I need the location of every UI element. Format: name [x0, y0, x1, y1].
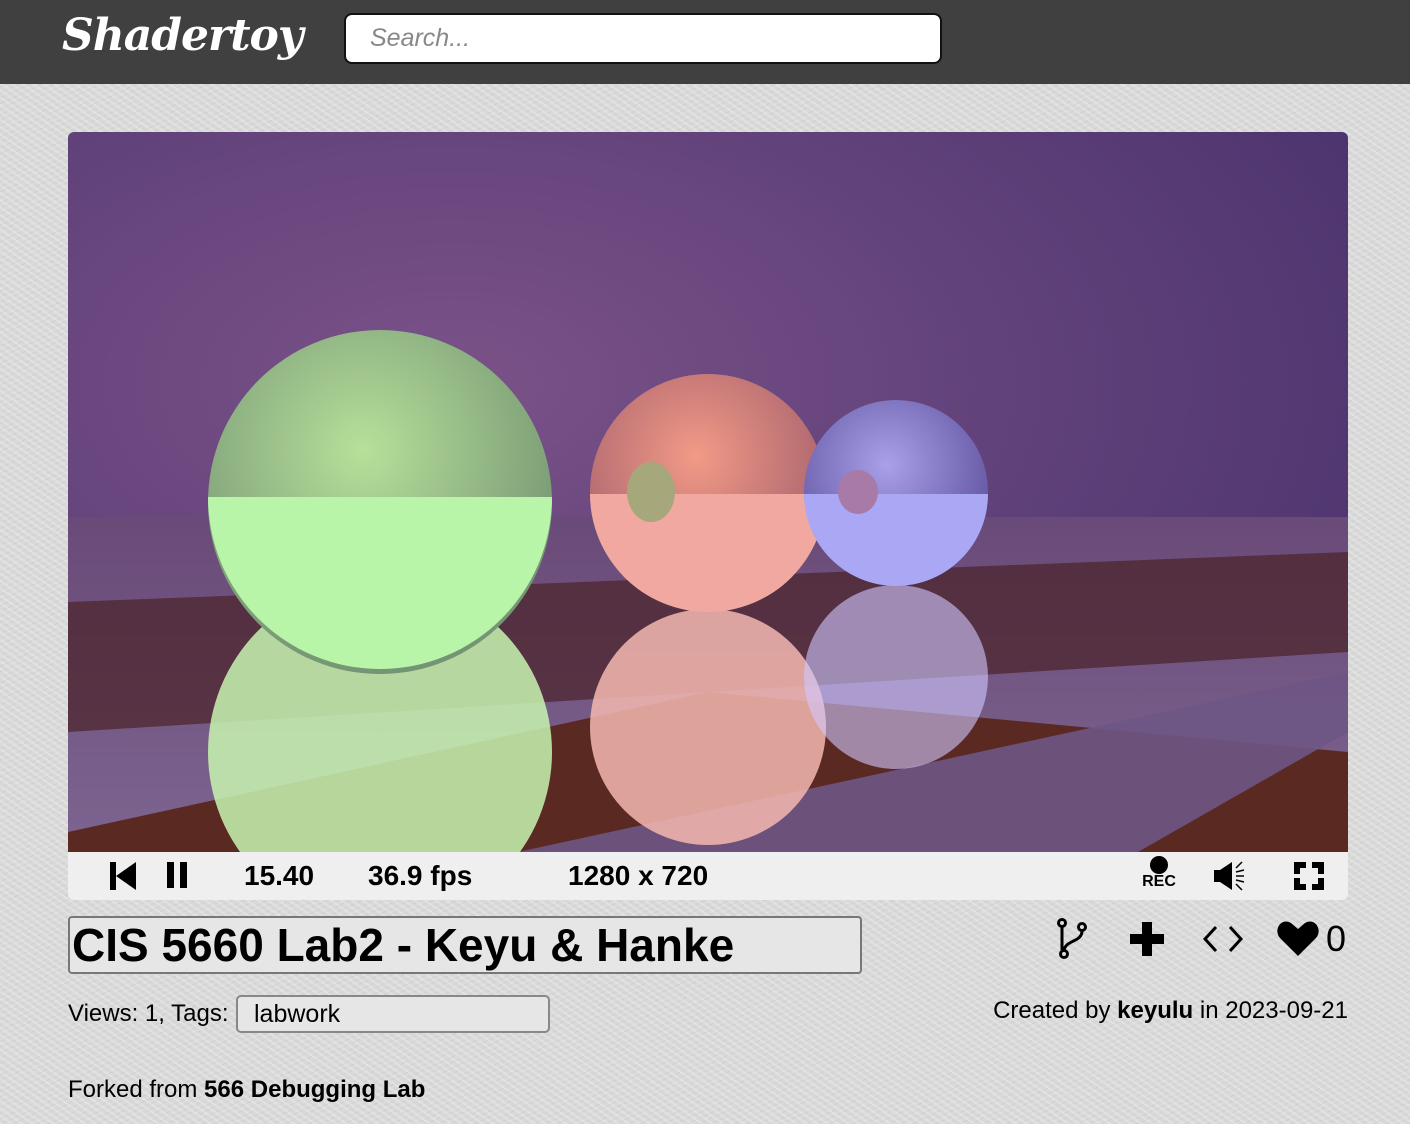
fps-display: 36.9 fps [368, 860, 473, 891]
logo[interactable]: Shadertoy [62, 10, 303, 61]
tags-field[interactable]: labwork [236, 995, 550, 1033]
like-heart-icon[interactable] [1277, 920, 1319, 956]
add-to-playlist-icon[interactable] [1130, 922, 1164, 956]
player-controls: 15.40 36.9 fps 1280 x 720 REC [68, 852, 1348, 900]
created-prefix: Created by [993, 997, 1111, 1024]
resolution-display: 1280 x 720 [568, 860, 709, 891]
fullscreen-icon[interactable] [1294, 862, 1324, 890]
top-bar: Shadertoy [0, 0, 1410, 84]
views-tags-label: Views: 1, Tags: [68, 1000, 229, 1027]
created-info: Created by keyulu in 2023-09-21 [993, 997, 1348, 1025]
fork-icon[interactable] [1056, 918, 1088, 960]
record-icon [1150, 856, 1168, 874]
forked-info: Forked from 566 Debugging Lab [68, 1076, 425, 1104]
search-input[interactable] [344, 13, 942, 64]
shader-canvas[interactable] [68, 132, 1348, 852]
like-count: 0 [1326, 918, 1347, 959]
rec-label: REC [1142, 873, 1176, 890]
created-date: in 2023-09-21 [1199, 997, 1348, 1024]
author-link[interactable]: keyulu [1117, 997, 1193, 1024]
rewind-icon[interactable] [110, 862, 136, 890]
shader-player: 15.40 36.9 fps 1280 x 720 REC [68, 132, 1348, 900]
forked-prefix: Forked from [68, 1076, 198, 1103]
pause-icon[interactable] [167, 862, 189, 888]
record-button[interactable]: REC [1138, 856, 1180, 890]
forked-from-link[interactable]: 566 Debugging Lab [204, 1076, 425, 1103]
shader-title[interactable]: CIS 5660 Lab2 - Keyu & Hanke [68, 916, 862, 974]
time-display: 15.40 [244, 860, 315, 891]
volume-icon[interactable] [1212, 860, 1250, 892]
embed-code-icon[interactable] [1202, 924, 1244, 954]
